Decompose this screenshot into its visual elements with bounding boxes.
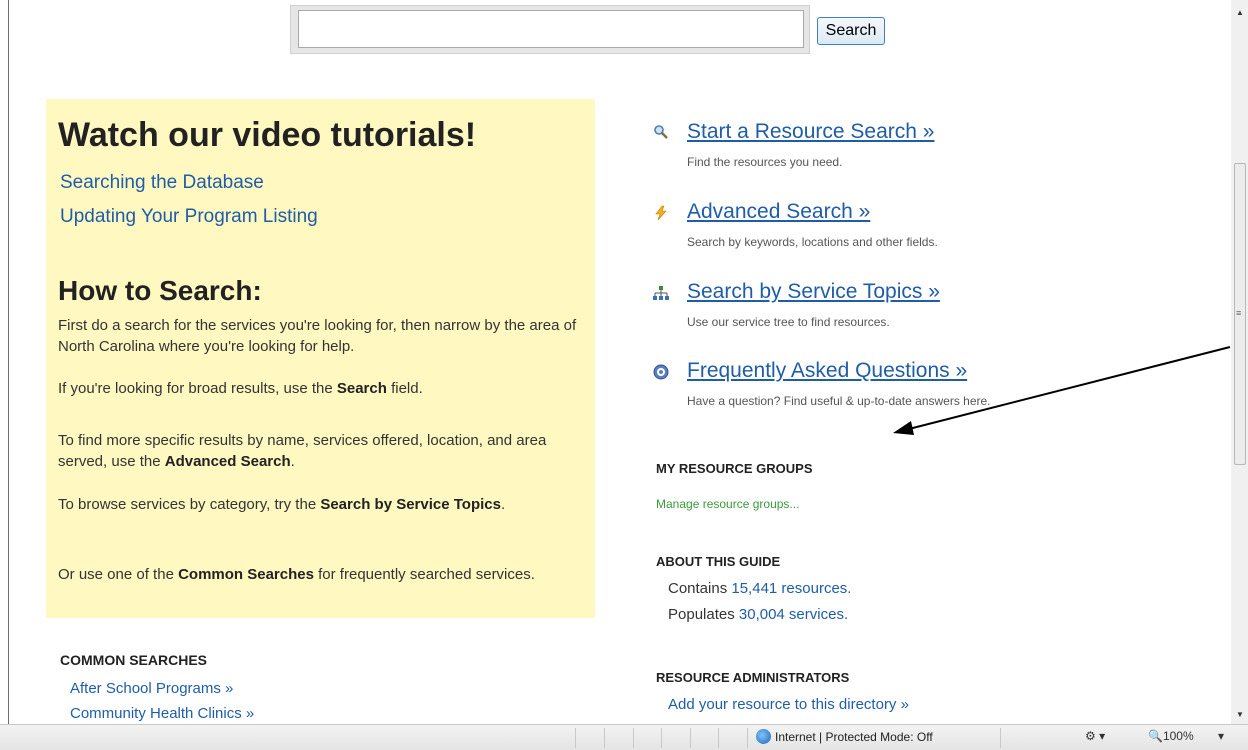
howto-common-bold: Common Searches (178, 566, 314, 583)
status-divider (575, 728, 576, 748)
my-resource-groups-heading: MY RESOURCE GROUPS (656, 461, 813, 476)
howto-common-tail: for frequently searched services. (313, 566, 535, 583)
zoom-dropdown-icon[interactable]: ▾ (1218, 729, 1224, 743)
magnifier-icon (652, 124, 670, 142)
tutorial-title: Watch our video tutorials! (58, 116, 477, 154)
about-services-count: Populates 30,004 services. (668, 606, 848, 623)
search-button[interactable]: Search (817, 17, 885, 45)
scroll-down-icon[interactable]: ▼ (1236, 710, 1244, 719)
howto-broad-tail: field. (386, 380, 423, 397)
status-divider (661, 728, 662, 748)
security-zone-status[interactable]: Internet | Protected Mode: Off (775, 730, 933, 744)
tree-icon (652, 285, 670, 303)
howto-broad: If you're looking for broad results, use… (58, 378, 578, 399)
resources-count-link[interactable]: 15,441 resources. (731, 580, 851, 597)
pop-up-blocker-icon[interactable]: ⚙ ▾ (1085, 729, 1105, 743)
howto-advanced-text: To find more specific results by name, s… (58, 432, 547, 470)
howto-advanced-tail: . (290, 453, 295, 470)
tutorial-link-searching[interactable]: Searching the Database (60, 172, 264, 194)
page-left-border (8, 0, 9, 724)
howto-broad-text: If you're looking for broad results, use… (58, 380, 337, 397)
howto-title: How to Search: (58, 275, 262, 306)
howto-topics: To browse services by category, try the … (58, 494, 578, 515)
status-divider (633, 728, 634, 748)
faq-link[interactable]: Frequently Asked Questions » (687, 359, 967, 383)
about-resources-count: Contains 15,441 resources. (668, 580, 851, 597)
zoom-value: 100% (1162, 729, 1194, 743)
status-divider (747, 728, 748, 748)
service-topics-link[interactable]: Search by Service Topics » (687, 280, 940, 304)
lightning-icon (652, 205, 670, 223)
about-resources-label: Contains (668, 580, 732, 597)
status-divider (690, 728, 691, 748)
globe-icon (756, 729, 771, 744)
howto-topics-bold: Search by Service Topics (320, 496, 501, 513)
status-bar (0, 724, 1248, 750)
howto-broad-bold: Search (336, 380, 387, 397)
common-search-health-clinics[interactable]: Community Health Clinics » (70, 705, 254, 722)
add-resource-link[interactable]: Add your resource to this directory » (668, 696, 909, 713)
howto-topics-text: To browse services by category, try the (58, 496, 321, 513)
faq-desc: Have a question? Find useful & up-to-dat… (687, 394, 991, 408)
howto-common-text: Or use one of the (58, 566, 179, 583)
common-search-after-school[interactable]: After School Programs » (70, 680, 233, 697)
status-divider (718, 728, 719, 748)
service-topics-desc: Use our service tree to find resources. (687, 315, 890, 329)
advanced-search-desc: Search by keywords, locations and other … (687, 235, 938, 249)
services-count-link[interactable]: 30,004 services. (739, 606, 848, 623)
scroll-grip-icon: ≡ (1236, 308, 1242, 318)
question-icon (652, 364, 670, 382)
status-divider (1000, 728, 1001, 748)
tutorial-link-updating[interactable]: Updating Your Program Listing (60, 206, 318, 228)
about-guide-heading: ABOUT THIS GUIDE (656, 554, 781, 569)
common-searches-heading: COMMON SEARCHES (60, 652, 208, 668)
howto-common: Or use one of the Common Searches for fr… (58, 564, 578, 585)
advanced-search-link[interactable]: Advanced Search » (687, 200, 870, 224)
manage-resource-groups-link[interactable]: Manage resource groups... (656, 497, 799, 511)
scroll-up-icon[interactable]: ▲ (1236, 8, 1244, 17)
resource-admins-heading: RESOURCE ADMINISTRATORS (656, 670, 850, 685)
start-resource-search-link[interactable]: Start a Resource Search » (687, 120, 934, 144)
search-input[interactable] (298, 10, 804, 48)
about-services-label: Populates (668, 606, 739, 623)
howto-advanced: To find more specific results by name, s… (58, 430, 578, 472)
zoom-level[interactable]: 🔍100% (1148, 729, 1194, 743)
howto-intro: First do a search for the services you'r… (58, 317, 577, 355)
howto-advanced-bold: Advanced Search (164, 453, 291, 470)
howto-topics-tail: . (500, 496, 506, 513)
status-divider (604, 728, 605, 748)
start-resource-search-desc: Find the resources you need. (687, 155, 843, 169)
zoom-icon: 🔍 (1148, 729, 1163, 743)
